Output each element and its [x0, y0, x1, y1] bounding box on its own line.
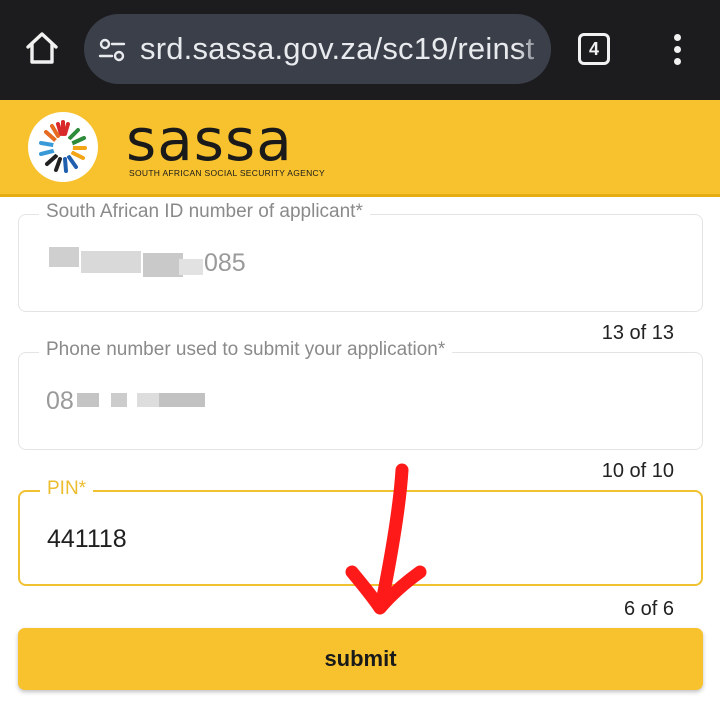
redacted-mask [77, 393, 99, 407]
id-number-field[interactable]: South African ID number of applicant* 08… [18, 201, 703, 312]
browser-toolbar: srd.sassa.gov.za/sc19/reinst 4 [0, 0, 720, 100]
phone-number-value[interactable]: 08 [46, 387, 74, 416]
site-header: sassa SOUTH AFRICAN SOCIAL SECURITY AGEN… [0, 100, 720, 197]
redacted-mask [143, 253, 183, 277]
phone-number-label: Phone number used to submit your applica… [39, 339, 453, 361]
pin-value[interactable]: 441118 [47, 525, 127, 554]
home-icon[interactable] [22, 28, 62, 68]
brand-name: sassa [126, 106, 293, 174]
redacted-mask [159, 393, 205, 407]
pin-counter: 6 of 6 [623, 598, 674, 620]
url-fade [517, 14, 551, 84]
redacted-mask [137, 393, 159, 407]
pin-field[interactable]: PIN* 441118 [18, 478, 703, 586]
phone-number-field[interactable]: Phone number used to submit your applica… [18, 339, 703, 450]
address-bar[interactable]: srd.sassa.gov.za/sc19/reinst [84, 14, 551, 84]
tab-switcher-icon[interactable]: 4 [578, 33, 610, 65]
redacted-mask [111, 393, 127, 407]
sassa-logo-icon[interactable] [28, 112, 98, 182]
brand-subtitle: SOUTH AFRICAN SOCIAL SECURITY AGENCY [129, 168, 325, 178]
pin-label: PIN* [40, 478, 94, 500]
id-number-value[interactable]: 085 [204, 249, 246, 278]
id-number-label: South African ID number of applicant* [39, 201, 370, 223]
redacted-mask [179, 259, 203, 275]
more-menu-icon[interactable] [665, 32, 689, 68]
page-info-icon[interactable] [98, 36, 126, 64]
submit-button[interactable]: submit [18, 628, 703, 690]
redacted-mask [81, 251, 141, 273]
phone-number-counter: 10 of 10 [601, 460, 674, 482]
redacted-mask [49, 247, 79, 267]
url-text[interactable]: srd.sassa.gov.za/sc19/reinst [140, 31, 534, 67]
id-number-counter: 13 of 13 [601, 322, 674, 344]
